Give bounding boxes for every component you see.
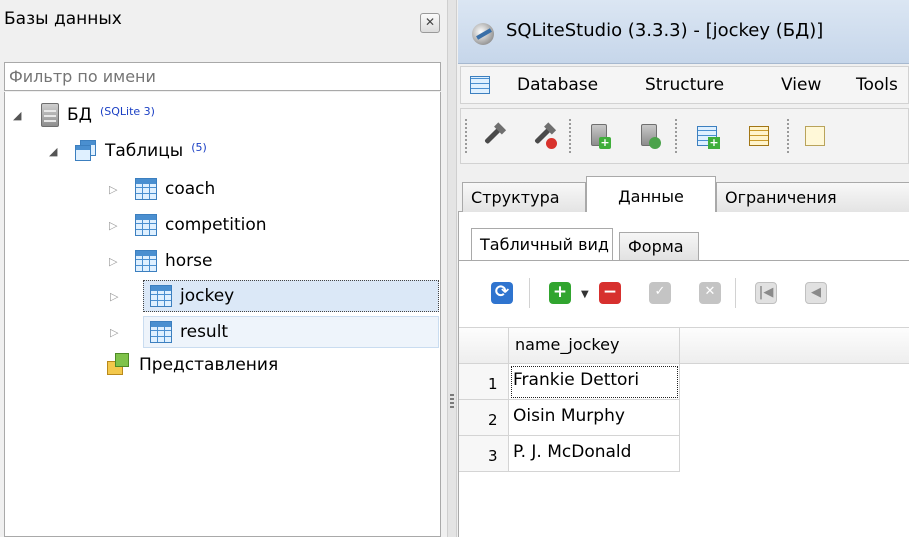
views-icon: [107, 353, 131, 377]
prev-page-icon[interactable]: ◀: [805, 282, 827, 304]
rollback-icon[interactable]: ✕: [699, 282, 721, 304]
database-label: БД: [67, 105, 92, 125]
tables-count-badge: (5): [191, 140, 207, 154]
tab-structure[interactable]: Структура: [462, 182, 586, 213]
partial-icon[interactable]: [801, 121, 829, 151]
data-tab-content: Табличный вид Форма ⟳ + ▼ − ✓ ✕ |◀ ◀ nam…: [458, 212, 909, 537]
collapsed-arrow-icon[interactable]: ▷: [109, 183, 123, 196]
menu-item-tools[interactable]: Tools: [856, 75, 898, 95]
grid-cell[interactable]: Oisin Murphy: [509, 400, 680, 436]
tables-group-label: Таблицы: [105, 141, 184, 161]
table-icon: [150, 321, 172, 343]
panel-splitter[interactable]: [447, 0, 457, 537]
table-icon: [135, 214, 157, 236]
sqlitestudio-window: SQLiteStudio (3.3.3) - [jockey (БД)] Dat…: [458, 0, 909, 537]
grid-header-row: name_jockey: [459, 328, 909, 364]
tree-item-table-jockey[interactable]: ▷ jockey: [110, 280, 439, 312]
row-number[interactable]: 3: [459, 436, 509, 472]
database-tree: ◢ БД (SQLite 3) ◢ Таблицы (5) ▷ coach ▷ …: [4, 92, 441, 537]
window-title: SQLiteStudio (3.3.3) - [jockey (БД)]: [506, 20, 824, 41]
add-database-icon[interactable]: [585, 121, 613, 151]
disconnect-icon[interactable]: [529, 121, 557, 151]
column-header-name-jockey[interactable]: name_jockey: [509, 328, 680, 364]
tables-group-icon: [75, 140, 97, 162]
tree-item-table-result[interactable]: ▷ result: [110, 316, 439, 348]
tab-data[interactable]: Данные: [586, 176, 716, 213]
grid-cell[interactable]: Frankie Dettori: [509, 364, 680, 400]
main-toolbar: [460, 108, 909, 164]
filter-by-name-input[interactable]: [4, 62, 441, 91]
table-icon: [150, 285, 172, 307]
tab-constraints[interactable]: Ограничения: [716, 182, 909, 213]
close-panel-icon[interactable]: ✕: [420, 13, 440, 33]
tree-item-table-competition[interactable]: ▷ competition: [109, 210, 399, 240]
database-type-badge: (SQLite 3): [99, 104, 155, 118]
tree-item-table-horse[interactable]: ▷ horse: [109, 246, 399, 276]
row-number[interactable]: 2: [459, 400, 509, 436]
views-group-label: Представления: [139, 355, 279, 375]
table-label: jockey: [180, 286, 235, 306]
table-label: horse: [165, 251, 213, 271]
table-label: coach: [165, 179, 216, 199]
databases-panel-title: Базы данных: [4, 9, 122, 29]
connect-icon[interactable]: [479, 121, 507, 151]
commit-icon[interactable]: ✓: [649, 282, 671, 304]
window-menu-icon[interactable]: [470, 76, 490, 94]
databases-panel: Базы данных ✕ ◢ БД (SQLite 3) ◢ Таблицы …: [0, 0, 447, 537]
collapsed-arrow-icon[interactable]: ▷: [110, 326, 124, 339]
tree-item-table-coach[interactable]: ▷ coach: [109, 174, 399, 204]
add-table-icon[interactable]: [693, 121, 721, 151]
window-titlebar[interactable]: SQLiteStudio (3.3.3) - [jockey (БД)]: [458, 0, 909, 64]
refresh-icon[interactable]: ⟳: [491, 282, 513, 304]
menu-item-database[interactable]: Database: [517, 75, 598, 95]
tree-item-views-group[interactable]: Представления: [107, 350, 427, 380]
subtab-grid-view[interactable]: Табличный вид: [471, 228, 613, 260]
first-page-icon[interactable]: |◀: [755, 282, 777, 304]
subtab-form[interactable]: Форма: [619, 232, 699, 260]
menu-item-structure[interactable]: Structure: [645, 75, 724, 95]
table-icon: [135, 250, 157, 272]
menu-item-view[interactable]: View: [781, 75, 821, 95]
collapsed-arrow-icon[interactable]: ▷: [109, 219, 123, 232]
splitter-grip-icon[interactable]: [450, 392, 454, 408]
dropdown-arrow-icon[interactable]: ▼: [581, 289, 589, 300]
sync-database-icon[interactable]: [635, 121, 663, 151]
table-row: 2 Oisin Murphy: [459, 400, 909, 436]
table-row: 1 Frankie Dettori: [459, 364, 909, 400]
menu-bar: Database Structure View Tools: [460, 66, 909, 104]
data-grid: name_jockey 1 Frankie Dettori 2 Oisin Mu…: [459, 327, 909, 537]
tree-item-database[interactable]: ◢ БД (SQLite 3): [13, 100, 433, 130]
collapsed-arrow-icon[interactable]: ▷: [110, 290, 124, 303]
grid-toolbar: ⟳ + ▼ − ✓ ✕ |◀ ◀: [459, 262, 909, 322]
expanded-arrow-icon[interactable]: ◢: [49, 145, 63, 158]
database-icon: [41, 103, 59, 127]
expanded-arrow-icon[interactable]: ◢: [13, 109, 27, 122]
table-label: competition: [165, 215, 267, 235]
grid-cell[interactable]: P. J. McDonald: [509, 436, 680, 472]
sqlitestudio-app-icon: [472, 23, 494, 45]
editor-tabbar: Структура Данные Ограничения: [458, 172, 909, 213]
row-number[interactable]: 1: [459, 364, 509, 400]
tree-item-tables-group[interactable]: ◢ Таблицы (5): [49, 136, 429, 166]
edit-table-icon[interactable]: [745, 121, 773, 151]
databases-panel-header: Базы данных ✕: [0, 0, 447, 48]
table-icon: [135, 178, 157, 200]
collapsed-arrow-icon[interactable]: ▷: [109, 255, 123, 268]
table-label: result: [180, 322, 229, 342]
add-row-icon[interactable]: +: [549, 282, 571, 304]
grid-corner[interactable]: [459, 328, 509, 364]
table-row: 3 P. J. McDonald: [459, 436, 909, 472]
delete-row-icon[interactable]: −: [599, 282, 621, 304]
